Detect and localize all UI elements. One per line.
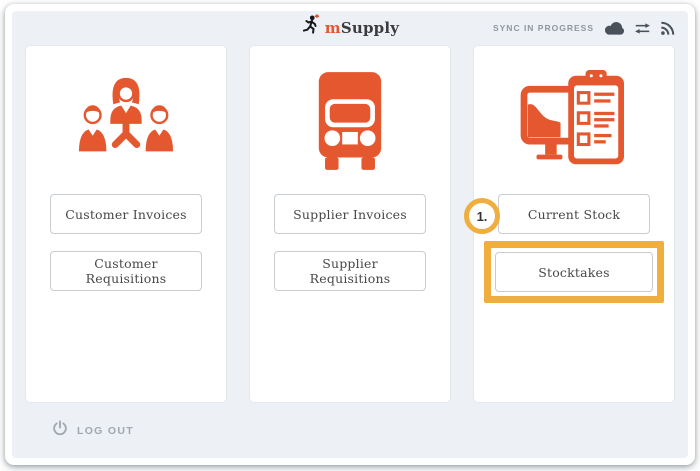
stock-buttons: Current Stock Stocktakes <box>498 194 650 303</box>
brand-name: mSupply <box>325 19 399 37</box>
truck-icon <box>298 62 402 178</box>
customer-invoices-button[interactable]: Customer Invoices <box>50 194 202 234</box>
wireless-icon[interactable] <box>660 21 675 36</box>
running-man-logo-icon <box>301 14 321 43</box>
sync-status-area: SYNC IN PROGRESS <box>493 11 675 45</box>
logout-button[interactable]: LOG OUT <box>52 420 134 441</box>
annotation-step-badge: 1. <box>464 198 500 234</box>
app-background: mSupply SYNC IN PROGRESS <box>12 11 688 458</box>
suppliers-buttons: Supplier Invoices Supplier Requisitions <box>274 194 426 291</box>
stocktakes-highlight-box: Stocktakes <box>484 241 664 303</box>
brand-prefix: m <box>325 19 341 37</box>
cloud-icon[interactable] <box>603 20 625 36</box>
current-stock-button[interactable]: Current Stock <box>498 194 650 234</box>
supplier-requisitions-button[interactable]: Supplier Requisitions <box>274 251 426 291</box>
stocktakes-button[interactable]: Stocktakes <box>495 252 653 292</box>
card-stock: 1. <box>473 45 675 403</box>
supplier-invoices-button[interactable]: Supplier Invoices <box>274 194 426 234</box>
customers-buttons: Customer Invoices Customer Requisitions <box>50 194 202 291</box>
logout-label: LOG OUT <box>77 425 134 437</box>
header-bar: mSupply SYNC IN PROGRESS <box>12 11 688 45</box>
cards-row: Customer Invoices Customer Requisitions <box>12 45 688 403</box>
sync-status-text: SYNC IN PROGRESS <box>493 23 594 33</box>
customer-requisitions-button[interactable]: Customer Requisitions <box>50 251 202 291</box>
button-gap <box>274 234 426 251</box>
card-suppliers: Supplier Invoices Supplier Requisitions <box>249 45 451 403</box>
brand-suffix: Supply <box>341 19 399 37</box>
card-customers: Customer Invoices Customer Requisitions <box>25 45 227 403</box>
power-icon <box>52 420 68 441</box>
brand-logo: mSupply <box>301 14 399 43</box>
customers-icon <box>67 62 185 178</box>
sync-arrows-icon[interactable] <box>634 22 651 35</box>
stock-icon <box>518 62 630 178</box>
app-window: mSupply SYNC IN PROGRESS <box>5 4 695 465</box>
button-gap <box>50 234 202 251</box>
button-gap <box>498 234 650 241</box>
footer-bar: LOG OUT <box>12 403 688 458</box>
